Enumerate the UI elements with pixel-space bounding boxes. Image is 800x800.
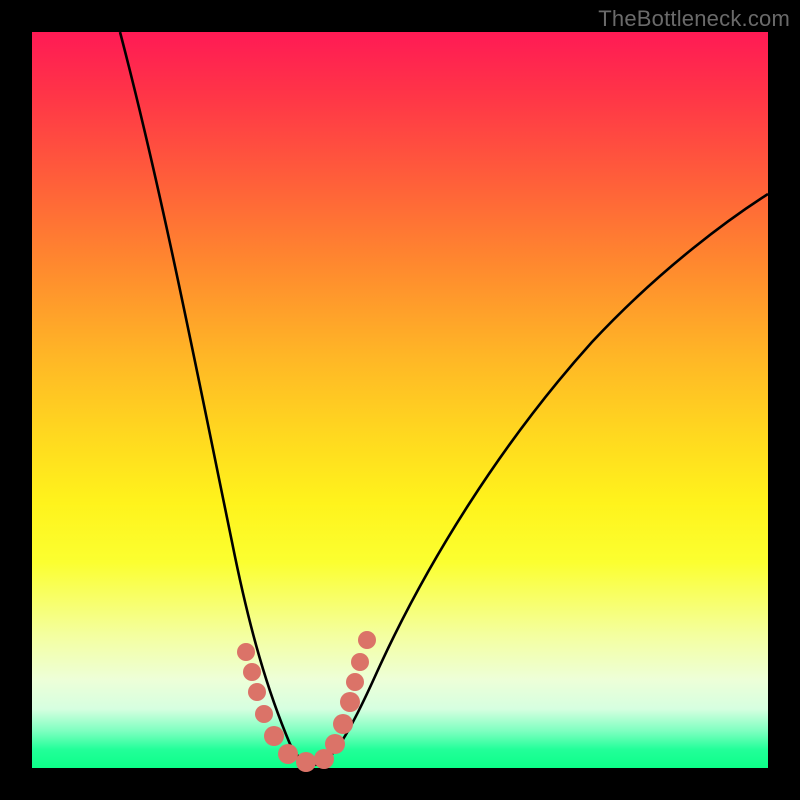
curve-layer: [32, 32, 768, 768]
watermark-text: TheBottleneck.com: [598, 6, 790, 32]
curve-left: [120, 32, 314, 765]
plot-area: [32, 32, 768, 768]
chart-frame: TheBottleneck.com: [0, 0, 800, 800]
curve-right: [314, 194, 768, 765]
